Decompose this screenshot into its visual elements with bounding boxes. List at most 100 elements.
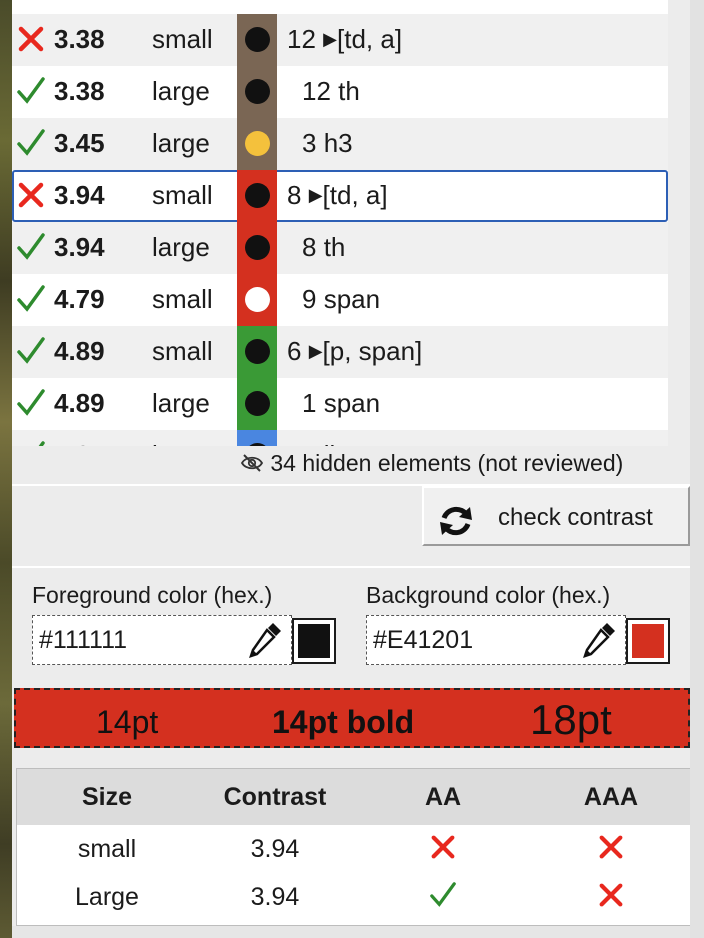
element-count: 9	[302, 284, 317, 314]
result-row[interactable]: 3.38 small 12 ▶[td, a]	[12, 14, 668, 66]
element-count: 8	[287, 180, 302, 210]
element-tags: th	[323, 232, 346, 262]
element-summary: 12 th	[302, 76, 360, 107]
check-mark-icon	[430, 882, 456, 907]
result-row[interactable]: 3.94 small 8 ▶[td, a]	[12, 170, 668, 222]
foreground-dot	[245, 339, 270, 364]
foreground-dot	[245, 183, 270, 208]
element-tags: li	[324, 440, 336, 446]
background-swatch	[237, 118, 277, 170]
result-row[interactable]: 4.89 small 6 ▶[p, span]	[12, 326, 668, 378]
element-tags: span	[323, 388, 381, 418]
cross-mark-icon	[599, 835, 623, 859]
background-color-swatch[interactable]	[626, 618, 670, 664]
element-count: 12	[287, 24, 316, 54]
result-row[interactable]: 3.45 large 3 h3	[12, 118, 668, 170]
refresh-icon	[440, 506, 472, 536]
contrast-ratio: 3.45	[54, 128, 105, 158]
pass-indicator	[16, 336, 46, 366]
result-row[interactable]: 4.89 large 1 span	[12, 378, 668, 430]
element-tags: [td, a]	[337, 24, 403, 54]
element-count: 1	[302, 388, 317, 418]
foreground-label: Foreground color (hex.)	[32, 582, 273, 608]
background-swatch	[237, 14, 277, 66]
element-summary[interactable]: 12 ▶[td, a]	[287, 24, 402, 55]
element-summary[interactable]: 6 ▶[p, span]	[287, 336, 422, 367]
fail-indicator	[16, 24, 46, 54]
pass-indicator	[16, 76, 46, 106]
hidden-elements-note: 34 hidden elements (not reviewed)	[240, 450, 623, 477]
panel-bottom-edge	[12, 926, 690, 938]
expand-triangle-icon[interactable]: ▶	[309, 341, 323, 361]
check-mark-icon	[38, 441, 45, 446]
background-color-fill	[632, 624, 664, 658]
element-tags: [td, a]	[322, 180, 388, 210]
element-count: 12	[302, 76, 331, 106]
eye-slash-icon	[240, 454, 264, 472]
expand-triangle-icon[interactable]: ▶	[323, 29, 337, 49]
check-mark-icon	[17, 389, 45, 416]
fail-indicator	[16, 180, 46, 210]
background-label: Background color (hex.)	[366, 582, 611, 608]
cross-mark-icon	[18, 182, 44, 208]
contrast-ratio: 4.89	[54, 336, 105, 366]
aa-result	[429, 833, 457, 861]
expand-triangle-icon[interactable]: ▶	[309, 185, 323, 205]
background-swatch	[237, 378, 277, 430]
pass-indicator	[16, 232, 46, 262]
contrast-ratio: 3.94	[54, 232, 105, 262]
pass-indicator	[16, 440, 46, 446]
background-swatch	[237, 222, 277, 274]
background-swatch	[237, 170, 277, 222]
foreground-dot	[245, 235, 270, 260]
element-summary: 9 span	[302, 284, 380, 315]
text-size: small	[152, 24, 213, 54]
result-size: Large	[75, 883, 139, 911]
contrast-results-table: Size Contrast AA AAA small 3.94 Large 3.94	[16, 768, 692, 926]
foreground-dot	[245, 443, 270, 446]
contrast-ratio: 3.94	[54, 180, 105, 210]
contrast-ratio: 3.38	[54, 24, 105, 54]
cross-mark-icon	[18, 26, 44, 52]
column-header: Size	[81, 783, 133, 811]
check-contrast-label: check contrast	[498, 504, 653, 531]
text-size: large	[152, 440, 210, 446]
results-header-row: Size Contrast AA AAA	[17, 769, 691, 825]
check-contrast-button[interactable]: check contrast	[422, 486, 690, 546]
check-mark-icon	[17, 129, 45, 156]
background-swatch	[237, 430, 277, 446]
divider	[12, 566, 690, 568]
text-size: large	[152, 128, 210, 158]
preview-18pt: 18pt	[530, 696, 612, 743]
panel-scrollbar[interactable]	[690, 0, 704, 938]
element-summary[interactable]: 8 ▶[td, a]	[287, 180, 388, 211]
aaa-result	[597, 881, 625, 909]
pass-indicator	[16, 388, 46, 418]
eyedropper-icon[interactable]	[246, 620, 284, 660]
element-tags: th	[338, 76, 360, 106]
result-size: small	[77, 835, 137, 863]
aa-result	[429, 881, 457, 909]
foreground-color-swatch[interactable]	[292, 618, 336, 664]
result-row[interactable]: 3.38 large 12 th	[12, 66, 668, 118]
check-mark-icon	[17, 337, 45, 364]
eyedropper-icon[interactable]	[580, 620, 618, 660]
foreground-dot	[245, 79, 270, 104]
results-list[interactable]: 3.38 small 12 ▶[td, a] 3.38 large 12 th 3.45 la…	[12, 0, 668, 446]
background-swatch	[237, 274, 277, 326]
column-header: AA	[424, 783, 462, 811]
result-row[interactable]: 3.94 large 8 th	[12, 222, 668, 274]
text-size: large	[152, 388, 210, 418]
result-row[interactable]: 5.05 large 1 li	[12, 430, 668, 446]
contrast-ratio: 4.79	[54, 284, 105, 314]
background-swatch	[237, 66, 277, 118]
element-count: 6	[287, 336, 302, 366]
pass-indicator	[16, 284, 46, 314]
background-swatch	[237, 326, 277, 378]
result-row[interactable]: 4.79 small 9 span	[12, 274, 668, 326]
cross-mark-icon	[599, 883, 623, 907]
element-tags: h3	[323, 128, 353, 158]
check-mark-icon	[17, 285, 45, 312]
element-summary: 8 th	[302, 232, 345, 263]
column-header: AAA	[583, 783, 639, 811]
